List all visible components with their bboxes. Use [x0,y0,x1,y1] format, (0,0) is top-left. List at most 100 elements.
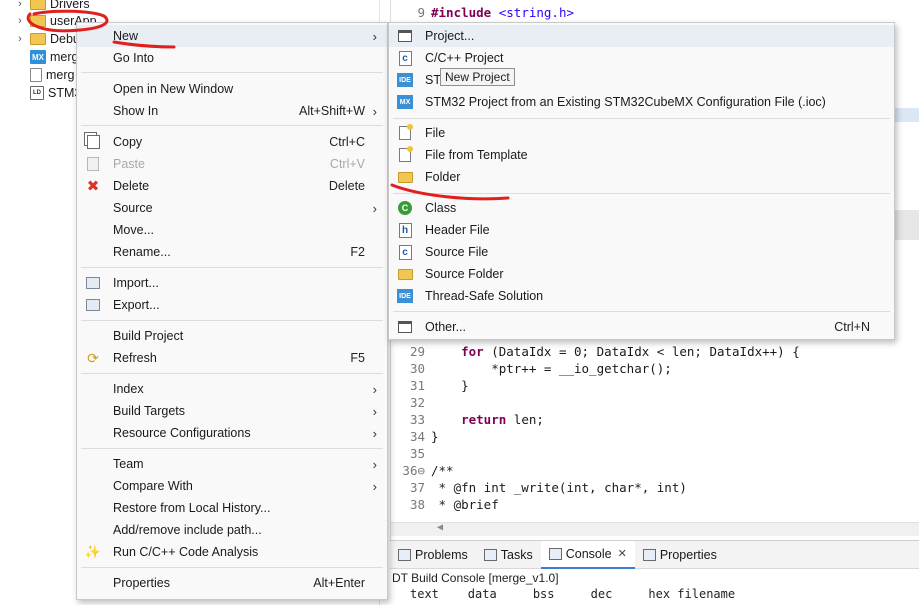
menu-item-index[interactable]: Index › [77,378,387,400]
submenu-item-cpp-project[interactable]: c C/C++ Project [389,47,894,69]
menu-item-build-project[interactable]: Build Project [77,325,387,347]
menu-item-compare-with[interactable]: Compare With › [77,475,387,497]
tab-tasks[interactable]: Tasks [476,541,541,569]
menu-item-shortcut: Alt+Enter [313,576,365,590]
code-text: /** [431,463,454,478]
code-text: } [431,429,439,444]
bottom-panel: Problems Tasks Console ✕ Properties DT B… [390,540,919,605]
chevron-right-icon: › [372,200,377,216]
line-number: 38 [409,497,425,512]
chevron-right-icon: › [372,28,377,44]
copy-icon [85,134,101,150]
menu-item-label: Open in New Window [113,82,234,96]
header-file-icon: h [397,222,413,238]
submenu-item-file[interactable]: File [389,122,894,144]
submenu-item-source-folder[interactable]: Source Folder [389,263,894,285]
tab-console[interactable]: Console ✕ [540,540,635,569]
menu-item-label: Delete [113,179,150,193]
menu-item-label: Add/remove include path... [113,523,262,537]
tree-item-debug[interactable]: › Debu [14,29,80,49]
code-text: <string.h> [491,5,575,20]
menu-item-source[interactable]: Source › [77,197,387,219]
menu-item-delete[interactable]: ✖ Delete Delete [77,175,387,197]
menu-item-label: File [425,126,446,140]
submenu-item-folder[interactable]: Folder [389,166,894,188]
tree-item-file[interactable]: merg [30,65,74,85]
console-title: DT Build Console [merge_v1.0] [392,571,559,585]
expand-arrow-icon[interactable]: › [14,33,26,45]
tab-properties[interactable]: Properties [635,541,725,569]
class-icon: C [397,200,413,216]
menu-item-paste[interactable]: Paste Ctrl+V [77,153,387,175]
code-line: 34 } [391,429,439,446]
menu-item-restore-local-history[interactable]: Restore from Local History... [77,497,387,519]
submenu-item-other[interactable]: Other... Ctrl+N [389,316,894,338]
menu-item-run-code-analysis[interactable]: ✨ Run C/C++ Code Analysis [77,541,387,563]
tree-item-ioc-file[interactable]: MX merg [30,47,78,67]
menu-item-export[interactable]: Export... [77,294,387,316]
menu-item-label: File from Template [425,148,528,162]
mx-file-icon: MX [30,50,46,64]
expand-arrow-icon[interactable]: › [14,15,26,27]
submenu-item-source-file[interactable]: c Source File [389,241,894,263]
submenu-item-header-file[interactable]: h Header File [389,219,894,241]
menu-item-label: Thread-Safe Solution [425,289,544,303]
menu-item-go-into[interactable]: Go Into [77,47,387,69]
menu-item-label: Source Folder [425,267,504,281]
submenu-item-class[interactable]: C Class [389,197,894,219]
menu-item-label: Restore from Local History... [113,501,271,515]
chevron-right-icon: › [372,403,377,419]
code-text: * @fn int _write(int, char*, int) [431,480,687,495]
menu-item-properties[interactable]: Properties Alt+Enter [77,572,387,594]
menu-item-team[interactable]: Team › [77,453,387,475]
menu-item-label: Class [425,201,457,215]
menu-item-refresh[interactable]: ⟳ Refresh F5 [77,347,387,369]
tab-label: Properties [659,547,717,562]
line-number: 9 [417,5,425,20]
folder-icon [30,15,46,27]
horizontal-scrollbar[interactable]: ◀ [391,522,919,536]
menu-item-import[interactable]: Import... [77,272,387,294]
scroll-left-icon[interactable]: ◀ [437,522,443,533]
menu-item-rename[interactable]: Rename... F2 [77,241,387,263]
tree-item-ld-file[interactable]: LD STM3 [30,83,81,103]
menu-separator [81,567,383,568]
submenu-item-thread-safe-solution[interactable]: IDE Thread-Safe Solution [389,285,894,307]
menu-item-new[interactable]: New › [77,25,387,47]
refresh-icon: ⟳ [87,349,99,366]
export-icon [85,297,101,313]
menu-item-shortcut: Delete [328,179,365,193]
menu-item-open-in-new-window[interactable]: Open in New Window [77,78,387,100]
close-icon[interactable]: ✕ [618,547,627,560]
code-line: 32 [391,395,431,412]
context-menu: New › Go Into Open in New Window Show In… [76,22,388,600]
chevron-right-icon: › [372,478,377,494]
expand-arrow-icon[interactable]: › [14,0,26,10]
console-icon [548,547,562,560]
submenu-item-stm32-from-ioc[interactable]: MX STM32 Project from an Existing STM32C… [389,91,894,113]
menu-item-label: Go Into [113,51,154,65]
menu-item-show-in[interactable]: Show In Alt+Shift+W › [77,100,387,122]
code-line: 31 } [391,378,469,395]
menu-item-build-targets[interactable]: Build Targets › [77,400,387,422]
menu-separator [81,72,383,73]
code-line: 37 * @fn int _write(int, char*, int) [391,480,687,497]
tab-label: Tasks [500,547,533,562]
menu-item-resource-configurations[interactable]: Resource Configurations › [77,422,387,444]
menu-item-add-remove-include-path[interactable]: Add/remove include path... [77,519,387,541]
file-template-icon [397,146,413,163]
menu-item-move[interactable]: Move... [77,219,387,241]
folder-icon [30,0,46,10]
submenu-item-project[interactable]: Project... [389,25,894,47]
menu-item-label: Copy [113,135,143,149]
tab-problems[interactable]: Problems [390,541,476,569]
line-number: 29 [409,344,425,359]
submenu-item-file-from-template[interactable]: File from Template [389,144,894,166]
line-number: 37 [409,480,425,495]
menu-item-label: Move... [113,223,154,237]
menu-separator [393,311,890,312]
menu-separator [81,267,383,268]
code-line: 30 *ptr++ = __io_getchar(); [391,361,672,378]
tree-item-label: Drivers [50,0,90,11]
menu-item-copy[interactable]: Copy Ctrl+C [77,131,387,153]
